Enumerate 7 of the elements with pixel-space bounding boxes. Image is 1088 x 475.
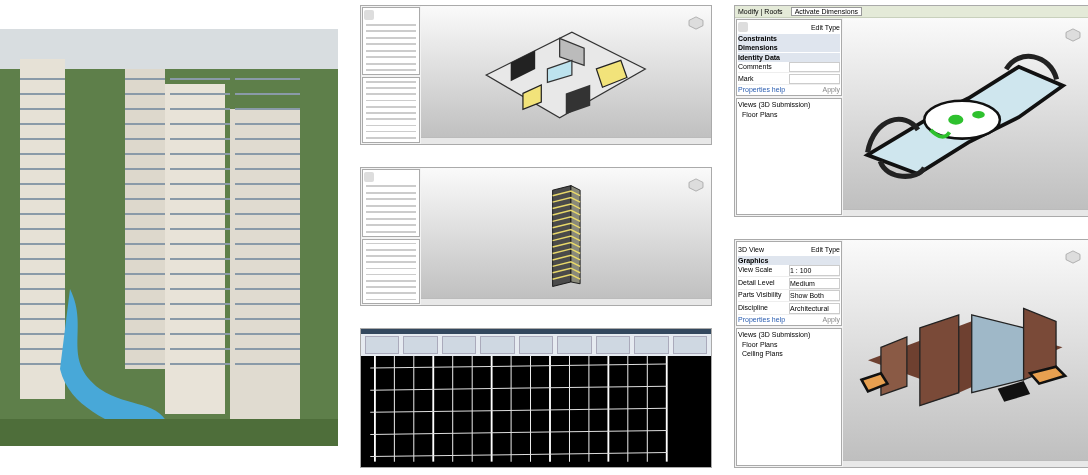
type-preview-icon [738,22,748,32]
view-cube-icon[interactable] [687,177,705,192]
type-preview-icon [364,10,374,20]
view-cube-icon[interactable] [687,16,705,30]
type-preview-icon [364,171,374,182]
view-cube-icon[interactable] [1064,250,1082,264]
view-cube-icon[interactable] [1064,28,1082,42]
